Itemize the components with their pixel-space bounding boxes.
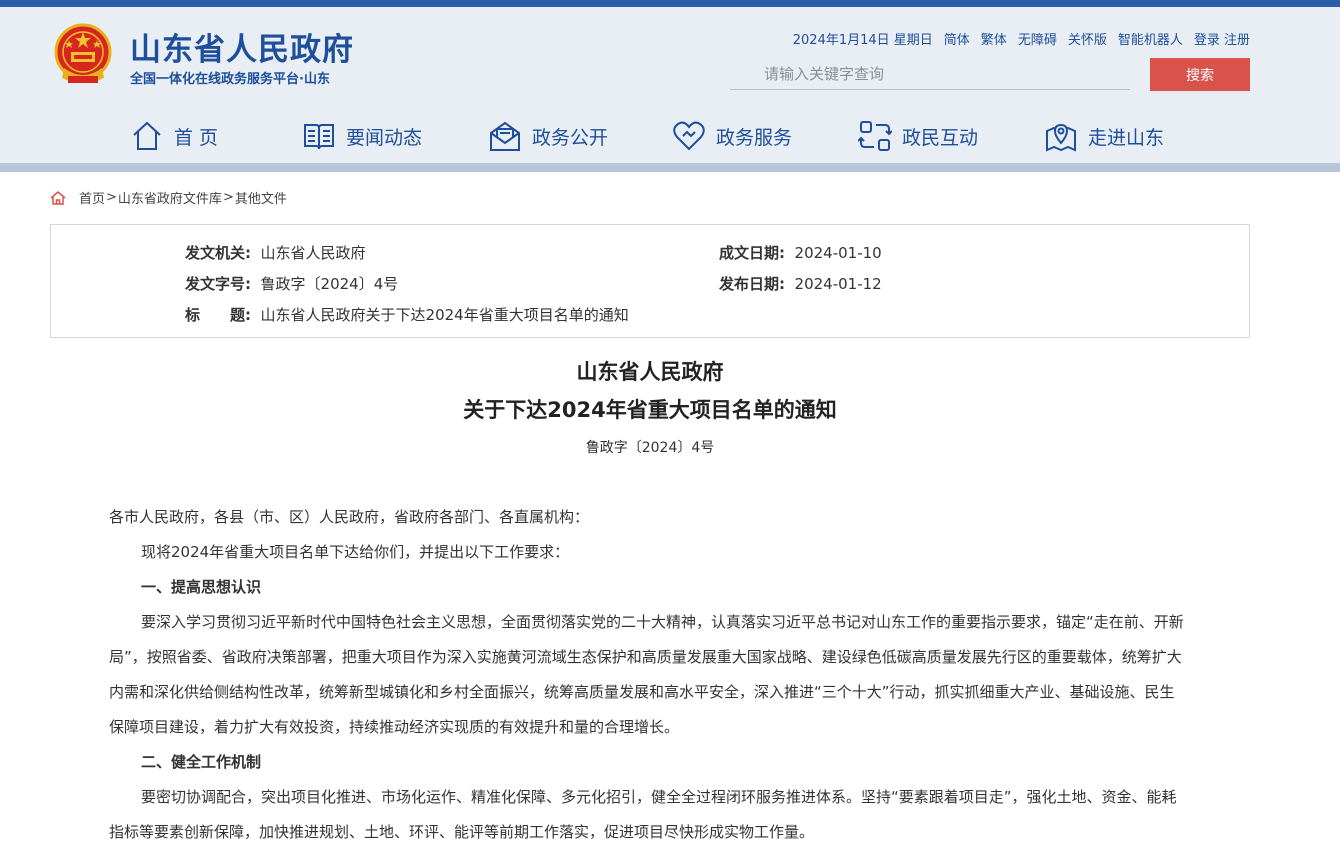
link-elderly-mode[interactable]: 关怀版: [1068, 29, 1107, 48]
nav-about-shandong[interactable]: 走进山东: [1044, 116, 1164, 156]
meta-subject: 标 题: 山东省人民政府关于下达2024年省重大项目名单的通知: [185, 304, 629, 325]
document-title-line1: 山东省人民政府: [576, 360, 724, 384]
section-paragraph: 要密切协调配合，突出项目化推进、市场化运作、精准化保障、多元化招引，健全全过程闭…: [109, 788, 1177, 841]
top-accent-bar: [0, 0, 1340, 7]
nav-label: 首 页: [174, 126, 219, 149]
section-paragraph: 要深入学习贯彻习近平新时代中国特色社会主义思想，全面贯彻落实党的二十大精神，认真…: [109, 613, 1184, 736]
map-pin-icon: [1046, 123, 1076, 152]
document-body: 各市人民政府，各县（市、区）人民政府，省政府各部门、各直属机构： 现将2024年…: [109, 500, 1189, 850]
link-traditional[interactable]: 繁体: [981, 29, 1007, 48]
meta-doc-no: 发文字号: 鲁政字〔2024〕4号: [185, 273, 398, 294]
breadcrumb-other-files[interactable]: 其他文件: [235, 188, 287, 207]
nav-home[interactable]: 首 页: [130, 116, 218, 156]
book-icon: [304, 124, 334, 150]
intro-paragraph: 现将2024年省重大项目名单下达给你们，并提出以下工作要求：: [141, 543, 570, 561]
nav-label: 政务公开: [532, 126, 609, 149]
meta-created: 成文日期: 2024-01-10: [719, 242, 882, 263]
document-metadata: 发文机关: 山东省人民政府 成文日期: 2024-01-10 发文字号: 鲁政字…: [50, 224, 1250, 338]
link-accessibility[interactable]: 无障碍: [1018, 29, 1057, 48]
meta-subject-label: 标 题:: [185, 306, 251, 324]
site-title[interactable]: 山东省人民政府: [130, 24, 354, 69]
home-icon: [133, 121, 161, 150]
link-simplified[interactable]: 简体: [944, 29, 970, 48]
document-title-line2: 关于下达2024年省重大项目名单的通知: [463, 398, 837, 422]
top-links: 2024年1月14日 星期日 简体 繁体 无障碍 关怀版 智能机器人 登录 注册: [793, 29, 1250, 48]
meta-subject-value: 山东省人民政府关于下达2024年省重大项目名单的通知: [260, 306, 629, 324]
search-button[interactable]: 搜索: [1150, 58, 1250, 91]
meta-created-label: 成文日期:: [719, 244, 785, 262]
nav-gov-services[interactable]: 政务服务: [672, 116, 792, 156]
main-nav: 首 页 要闻动态 政务公开 政务服务 政民互动 走进山东: [130, 116, 1190, 156]
link-login-register[interactable]: 登录 注册: [1194, 29, 1250, 48]
exchange-icon: [858, 121, 892, 151]
header-divider: [0, 163, 1340, 172]
search-input[interactable]: [730, 58, 1130, 90]
national-emblem-icon[interactable]: [52, 22, 114, 88]
nav-label: 走进山东: [1088, 126, 1165, 149]
heart-icon: [673, 121, 705, 151]
meta-issuer-label: 发文机关:: [185, 244, 251, 262]
salutation: 各市人民政府，各县（市、区）人民政府，省政府各部门、各直属机构：: [109, 508, 590, 526]
meta-issuer: 发文机关: 山东省人民政府: [185, 242, 366, 263]
meta-published: 发布日期: 2024-01-12: [719, 273, 882, 294]
home-icon[interactable]: [50, 190, 66, 206]
meta-created-value: 2024-01-10: [794, 244, 882, 262]
nav-label: 要闻动态: [346, 126, 423, 149]
meta-issuer-value: 山东省人民政府: [260, 244, 366, 262]
meta-published-label: 发布日期:: [719, 275, 785, 293]
section-heading: 二、健全工作机制: [141, 753, 262, 771]
breadcrumb: 首页 > 山东省政府文件库 > 其他文件: [50, 188, 287, 207]
meta-doc-no-value: 鲁政字〔2024〕4号: [260, 275, 399, 293]
breadcrumb-home[interactable]: 首页: [79, 188, 105, 207]
nav-label: 政务服务: [716, 126, 793, 149]
meta-published-value: 2024-01-12: [794, 275, 882, 293]
site-subtitle: 全国一体化在线政务服务平台·山东: [130, 72, 330, 87]
breadcrumb-separator: >: [106, 190, 117, 205]
nav-gov-affairs[interactable]: 政务公开: [488, 116, 608, 156]
nav-interaction[interactable]: 政民互动: [858, 116, 978, 156]
current-date: 2024年1月14日 星期日: [792, 33, 933, 48]
mail-icon: [490, 121, 520, 151]
nav-news[interactable]: 要闻动态: [302, 116, 422, 156]
link-smart-robot[interactable]: 智能机器人: [1118, 29, 1183, 48]
document-number: 鲁政字〔2024〕4号: [585, 440, 715, 456]
nav-label: 政民互动: [902, 126, 979, 149]
breadcrumb-file-library[interactable]: 山东省政府文件库: [118, 188, 222, 207]
breadcrumb-separator: >: [222, 190, 234, 205]
meta-doc-no-label: 发文字号:: [185, 275, 251, 293]
section-heading: 一、提高思想认识: [141, 578, 262, 596]
